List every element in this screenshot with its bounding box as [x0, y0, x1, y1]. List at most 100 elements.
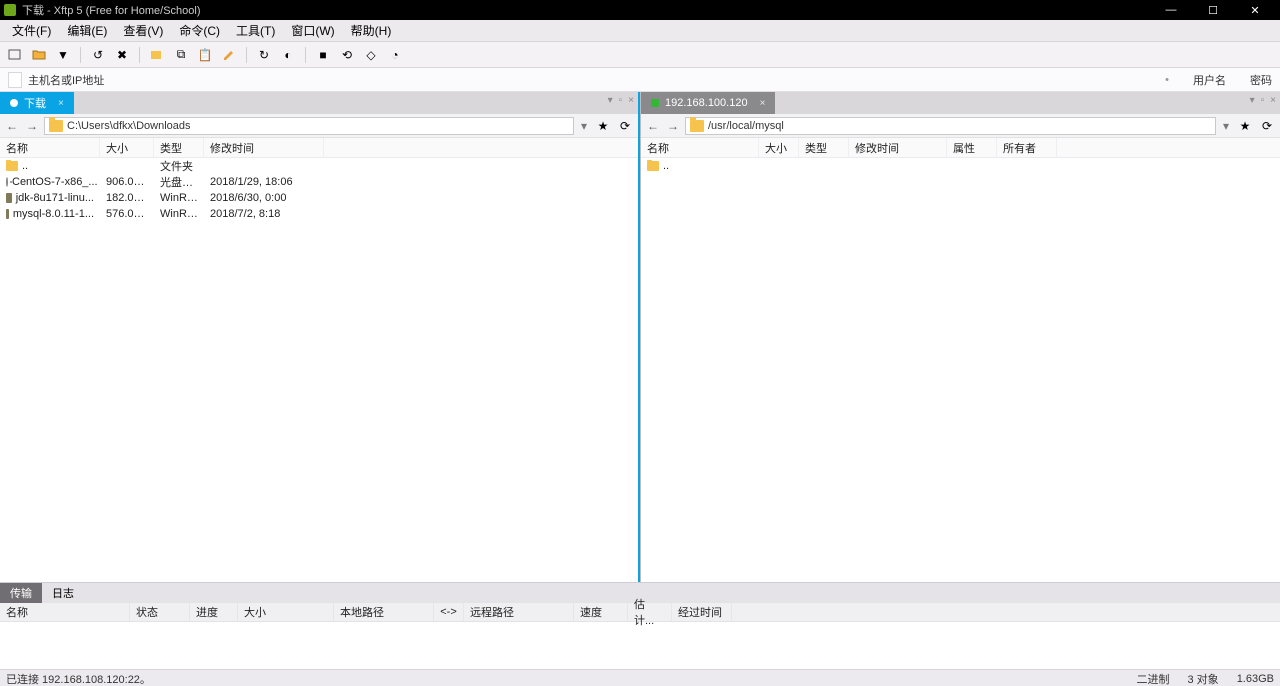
folder-icon: [49, 120, 63, 132]
remote-file-list[interactable]: ..: [641, 158, 1280, 582]
dropdown-icon[interactable]: ▼: [54, 46, 72, 64]
local-file-list[interactable]: .. 文件夹 CentOS-7-x86_... 906.00... 光盘映...…: [0, 158, 638, 582]
reconnect-icon[interactable]: ↺: [89, 46, 107, 64]
forward-button[interactable]: →: [665, 118, 681, 134]
new-folder-icon[interactable]: [148, 46, 166, 64]
col-owner[interactable]: 所有者: [997, 138, 1057, 157]
menu-view[interactable]: 查看(V): [115, 20, 171, 41]
refresh-remote-icon[interactable]: ⟳: [1258, 117, 1276, 135]
menu-file[interactable]: 文件(F): [4, 20, 59, 41]
menu-tools[interactable]: 工具(T): [228, 20, 283, 41]
file-row[interactable]: CentOS-7-x86_... 906.00... 光盘映... 2018/1…: [0, 174, 638, 190]
col-attr[interactable]: 属性: [947, 138, 997, 157]
xcol-elapsed[interactable]: 经过时间: [672, 603, 732, 621]
minimize-button[interactable]: —: [1150, 0, 1192, 20]
xcol-speed[interactable]: 速度: [574, 603, 628, 621]
file-row[interactable]: .. 文件夹: [0, 158, 638, 174]
menu-command[interactable]: 命令(C): [171, 20, 228, 41]
remote-path-input[interactable]: /usr/local/mysql: [685, 117, 1216, 135]
forward-button[interactable]: →: [24, 118, 40, 134]
edit-icon[interactable]: [220, 46, 238, 64]
local-tab-row: 下载 × ▾ ▫ ×: [0, 92, 638, 114]
terminal-icon[interactable]: ■: [314, 46, 332, 64]
local-tab[interactable]: 下载 ×: [0, 92, 74, 114]
tab-menu-icon[interactable]: ▾: [1250, 95, 1255, 106]
remote-address-row: ← → /usr/local/mysql ▾ ★ ⟳: [641, 114, 1280, 138]
sync-icon[interactable]: ⟲: [338, 46, 356, 64]
xcol-remote[interactable]: 远程路径: [464, 603, 574, 621]
remote-pane: 192.168.100.120 × ▾ ▫ × ← → /usr/local/m…: [640, 92, 1280, 582]
folder-icon: [690, 120, 704, 132]
tab-transfer[interactable]: 传输: [0, 583, 42, 603]
file-type: WinRA...: [154, 208, 204, 220]
stop-icon[interactable]: ◐: [279, 46, 297, 64]
close-tab-icon[interactable]: ×: [760, 98, 766, 109]
xcol-progress[interactable]: 进度: [190, 603, 238, 621]
bookmark-icon[interactable]: ★: [594, 117, 612, 135]
help-icon[interactable]: ◔: [386, 46, 404, 64]
close-tab-icon[interactable]: ×: [58, 98, 64, 109]
file-mtime: 2018/6/30, 0:00: [204, 192, 324, 204]
status-bar: 已连接 192.168.108.120:22。 二进制 3 对象 1.63GB: [0, 669, 1280, 686]
protocol-selector[interactable]: [8, 72, 22, 88]
refresh-icon[interactable]: ↻: [255, 46, 273, 64]
split-panes: 下载 × ▾ ▫ × ← → C:\Users\dfkx\Downloads ▾…: [0, 92, 1280, 582]
new-session-icon[interactable]: [6, 46, 24, 64]
path-dropdown-icon[interactable]: ▾: [1220, 119, 1232, 133]
back-button[interactable]: ←: [645, 118, 661, 134]
xcol-size[interactable]: 大小: [238, 603, 334, 621]
col-type[interactable]: 类型: [799, 138, 849, 157]
col-type[interactable]: 类型: [154, 138, 204, 157]
file-type: 光盘映...: [154, 174, 204, 190]
refresh-local-icon[interactable]: ⟳: [616, 117, 634, 135]
remote-tab[interactable]: 192.168.100.120 ×: [641, 92, 775, 114]
paste-icon[interactable]: 📋: [196, 46, 214, 64]
close-button[interactable]: ✕: [1234, 0, 1276, 20]
tab-max-icon[interactable]: ▫: [1261, 95, 1265, 106]
remote-tab-label: 192.168.100.120: [665, 97, 748, 109]
xcol-name[interactable]: 名称: [0, 603, 130, 621]
file-name: mysql-8.0.11-1...: [13, 208, 94, 220]
back-button[interactable]: ←: [4, 118, 20, 134]
path-dropdown-icon[interactable]: ▾: [578, 119, 590, 133]
local-path-input[interactable]: C:\Users\dfkx\Downloads: [44, 117, 574, 135]
tab-max-icon[interactable]: ▫: [619, 95, 623, 106]
disconnect-icon[interactable]: ✖: [113, 46, 131, 64]
col-size[interactable]: 大小: [759, 138, 799, 157]
tab-close-icon[interactable]: ×: [628, 95, 634, 106]
xcol-eta[interactable]: 估计...: [628, 603, 672, 621]
col-name[interactable]: 名称: [641, 138, 759, 157]
tab-menu-icon[interactable]: ▾: [608, 95, 613, 106]
file-row[interactable]: jdk-8u171-linu... 182.05... WinRA... 201…: [0, 190, 638, 206]
copy-icon[interactable]: ⧉: [172, 46, 190, 64]
menu-edit[interactable]: 编辑(E): [59, 20, 115, 41]
settings-icon[interactable]: ◇: [362, 46, 380, 64]
maximize-button[interactable]: ☐: [1192, 0, 1234, 20]
file-row[interactable]: mysql-8.0.11-1... 576.01... WinRA... 201…: [0, 206, 638, 222]
bookmark-icon[interactable]: ★: [1236, 117, 1254, 135]
local-tab-label: 下载: [24, 95, 46, 111]
transfer-list[interactable]: [0, 622, 1280, 669]
file-row[interactable]: ..: [641, 158, 1280, 174]
file-size: 906.00...: [100, 176, 154, 188]
file-name: jdk-8u171-linu...: [16, 192, 94, 204]
local-path-text: C:\Users\dfkx\Downloads: [67, 120, 191, 132]
tab-close-icon[interactable]: ×: [1270, 95, 1276, 106]
tab-log[interactable]: 日志: [42, 583, 84, 603]
local-address-row: ← → C:\Users\dfkx\Downloads ▾ ★ ⟳: [0, 114, 638, 138]
col-mtime[interactable]: 修改时间: [204, 138, 324, 157]
menu-help[interactable]: 帮助(H): [343, 20, 400, 41]
xcol-status[interactable]: 状态: [130, 603, 190, 621]
menu-window[interactable]: 窗口(W): [283, 20, 342, 41]
local-pane: 下载 × ▾ ▫ × ← → C:\Users\dfkx\Downloads ▾…: [0, 92, 640, 582]
col-name[interactable]: 名称: [0, 138, 100, 157]
col-size[interactable]: 大小: [100, 138, 154, 157]
status-connection: 已连接 192.168.108.120:22。: [6, 671, 151, 686]
col-mtime[interactable]: 修改时间: [849, 138, 947, 157]
title-bar: 下载 - Xftp 5 (Free for Home/School) — ☐ ✕: [0, 0, 1280, 20]
xcol-local[interactable]: 本地路径: [334, 603, 434, 621]
open-session-icon[interactable]: [30, 46, 48, 64]
file-name: ..: [663, 160, 669, 172]
username-label: 用户名: [1193, 72, 1226, 88]
window-title: 下载 - Xftp 5 (Free for Home/School): [22, 2, 1150, 18]
